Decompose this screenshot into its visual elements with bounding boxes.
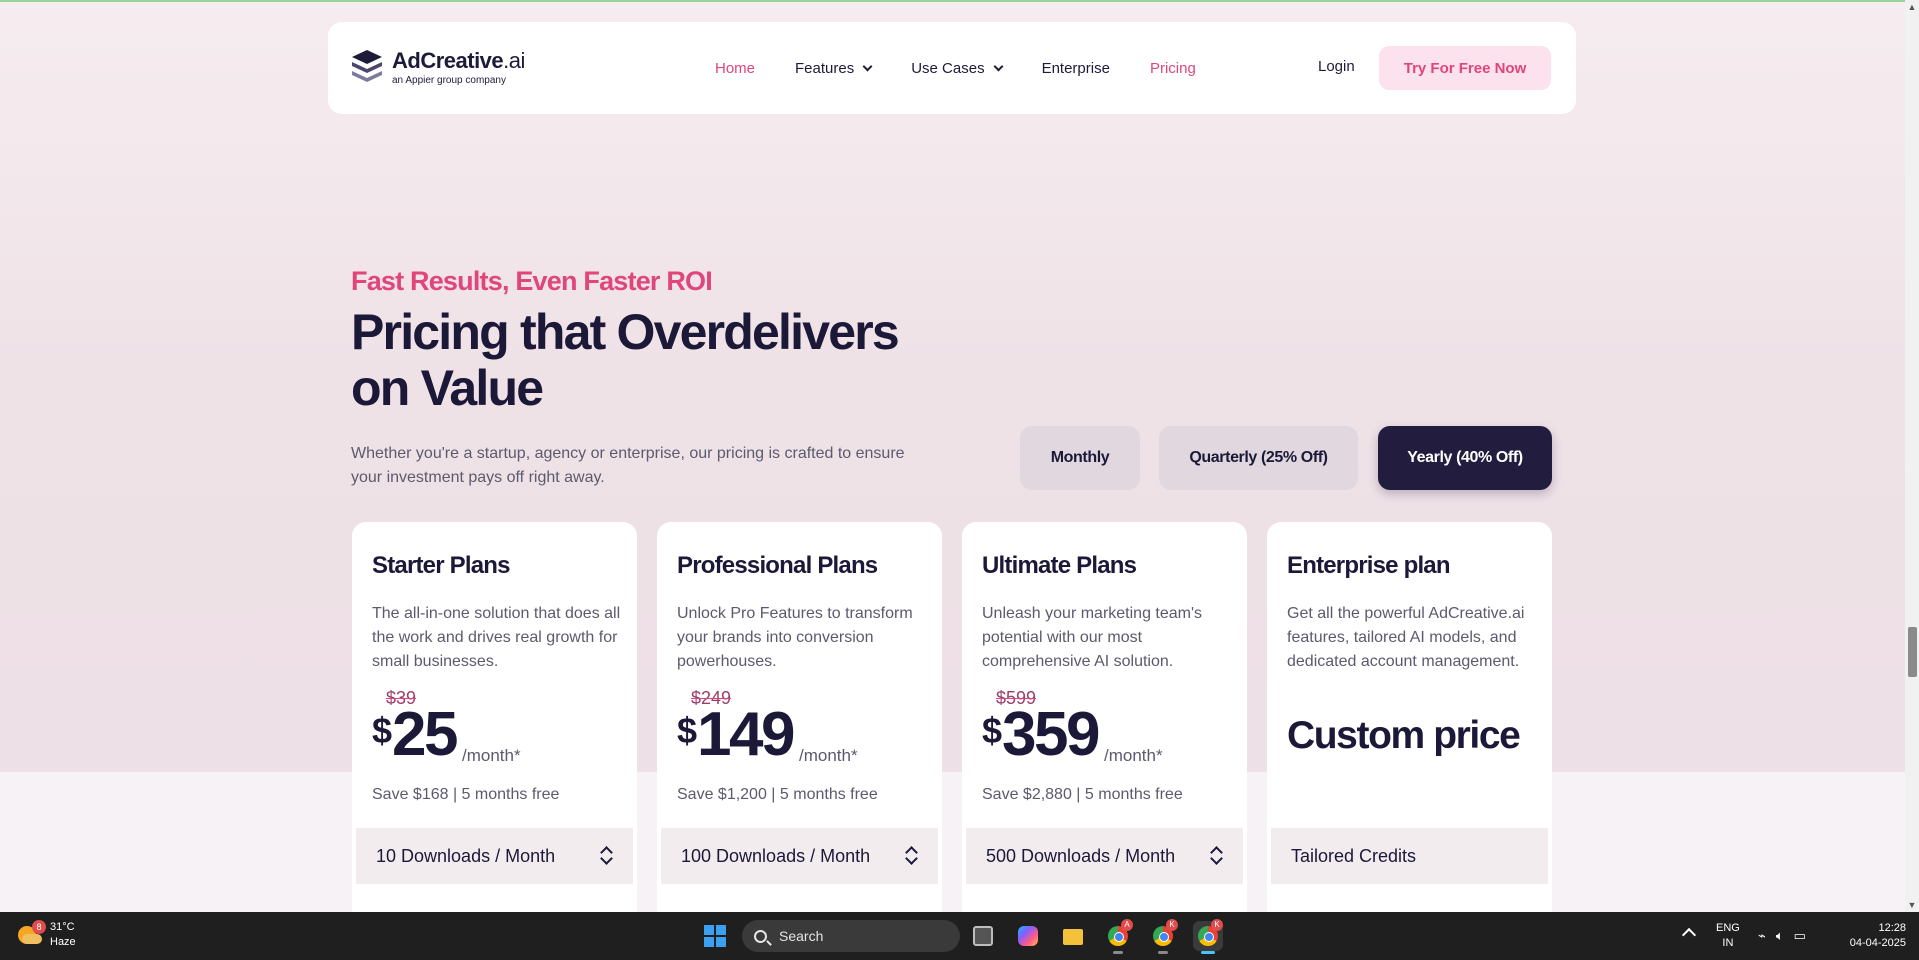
search-icon xyxy=(754,929,767,943)
weather-haze-icon: 8 xyxy=(16,920,46,948)
nav-use-cases[interactable]: Use Cases xyxy=(911,60,1004,77)
clock-date: 04-04-2025 xyxy=(1849,937,1906,949)
plan-custom-price: Custom price xyxy=(1287,714,1521,757)
plan-card-ultimate: Ultimate Plans Unleash your marketing te… xyxy=(962,522,1247,912)
downloads-select[interactable]: 10 Downloads / Month xyxy=(356,828,633,884)
brand-name: AdCreative.ai xyxy=(392,48,525,73)
billing-quarterly-button[interactable]: Quarterly (25% Off) xyxy=(1159,426,1358,490)
billing-monthly-button[interactable]: Monthly xyxy=(1020,426,1140,490)
plan-title: Ultimate Plans xyxy=(982,552,1137,579)
taskbar-search[interactable]: Search xyxy=(742,920,960,952)
credits-label: Tailored Credits xyxy=(1291,845,1417,866)
copilot-icon[interactable] xyxy=(1013,921,1043,951)
chevron-down-icon xyxy=(862,61,873,71)
lower-section-background xyxy=(0,772,1905,912)
system-tray[interactable]: ⌁ 🔈︎ ▭ xyxy=(1758,928,1806,944)
show-hidden-icons-chevron-icon[interactable] xyxy=(1681,927,1697,943)
weather-badge: 8 xyxy=(32,920,46,934)
plan-price: $ 359 /month* xyxy=(982,702,1163,768)
currency-symbol: $ xyxy=(372,710,393,751)
currency-symbol: $ xyxy=(677,710,698,751)
weather-temperature: 31°C xyxy=(50,921,75,933)
chevron-down-icon xyxy=(993,61,1004,71)
plan-title: Professional Plans xyxy=(677,552,878,579)
system-clock[interactable]: 12:28 04-04-2025 xyxy=(1836,921,1906,951)
try-for-free-button[interactable]: Try For Free Now xyxy=(1379,46,1551,90)
billing-yearly-button[interactable]: Yearly (40% Off) xyxy=(1378,426,1552,490)
scrollbar-thumb[interactable] xyxy=(1908,627,1917,677)
weather-widget[interactable]: 8 31°C Haze xyxy=(16,920,76,950)
downloads-select[interactable]: 100 Downloads / Month xyxy=(661,828,938,884)
file-explorer-icon[interactable] xyxy=(1058,921,1088,951)
plan-card-professional: Professional Plans Unlock Pro Features t… xyxy=(657,522,942,912)
profile-badge: K xyxy=(1211,919,1223,931)
nav-enterprise[interactable]: Enterprise xyxy=(1042,60,1110,77)
profile-badge: K xyxy=(1166,919,1178,931)
language-indicator[interactable]: ENG IN xyxy=(1716,921,1740,951)
chrome-profile-a-icon[interactable]: A xyxy=(1103,919,1133,954)
plan-card-enterprise: Enterprise plan Get all the powerful AdC… xyxy=(1267,522,1552,912)
nav-features[interactable]: Features xyxy=(795,60,873,77)
credits-row: Tailored Credits xyxy=(1271,828,1548,884)
task-view-icon[interactable] xyxy=(968,921,998,951)
os-taskbar: 8 31°C Haze Search A K K ENG IN ⌁ 🔈︎ ▭ 1… xyxy=(0,912,1919,960)
plan-savings: Save $168 | 5 months free xyxy=(372,786,560,803)
price-period: /month* xyxy=(1103,746,1163,765)
section-subtext: Whether you're a startup, agency or ente… xyxy=(351,445,905,486)
plan-description: The all-in-one solution that does all th… xyxy=(372,605,621,670)
section-eyebrow: Fast Results, Even Faster ROI xyxy=(351,266,713,296)
search-placeholder: Search xyxy=(779,928,824,944)
plan-price: $ 25 /month* xyxy=(372,702,521,768)
plan-price: $ 149 /month* xyxy=(677,702,858,768)
nav-pricing[interactable]: Pricing xyxy=(1150,60,1196,77)
downloads-value: 500 Downloads / Month xyxy=(986,845,1176,866)
plan-title: Starter Plans xyxy=(372,552,510,579)
volume-icon: 🔈︎ xyxy=(1775,928,1784,943)
up-down-chevron-icon xyxy=(904,842,918,870)
downloads-value: 100 Downloads / Month xyxy=(681,845,871,866)
price-amount: 359 xyxy=(1002,700,1100,769)
page-viewport: AdCreative.ai an Appier group company Ho… xyxy=(0,0,1905,912)
downloads-value: 10 Downloads / Month xyxy=(376,845,556,866)
scroll-down-arrow-icon[interactable]: ▼ xyxy=(1905,898,1919,912)
clock-time: 12:28 xyxy=(1878,922,1906,934)
currency-symbol: $ xyxy=(982,710,1003,751)
plan-description: Unlock Pro Features to transform your br… xyxy=(677,605,913,670)
plan-description: Get all the powerful AdCreative.ai featu… xyxy=(1287,605,1525,670)
plan-description: Unleash your marketing team's potential … xyxy=(982,605,1203,670)
top-navbar: AdCreative.ai an Appier group company Ho… xyxy=(328,22,1576,114)
page-scrollbar[interactable]: ▲ ▼ xyxy=(1905,0,1919,912)
window-top-border xyxy=(0,0,1919,2)
weather-description: Haze xyxy=(50,936,76,948)
price-period: /month* xyxy=(462,746,521,765)
up-down-chevron-icon xyxy=(1209,842,1223,870)
downloads-select[interactable]: 500 Downloads / Month xyxy=(966,828,1243,884)
plan-title: Enterprise plan xyxy=(1287,552,1451,579)
price-amount: 25 xyxy=(392,700,458,769)
price-amount: 149 xyxy=(697,700,795,769)
chrome-active-window-icon[interactable]: K xyxy=(1193,919,1223,954)
windows-start-icon[interactable] xyxy=(704,925,726,947)
login-link[interactable]: Login xyxy=(1318,58,1355,75)
profile-badge: A xyxy=(1121,919,1133,931)
nav-links: Home Features Use Cases Enterprise Prici… xyxy=(715,22,1236,114)
scroll-up-arrow-icon[interactable]: ▲ xyxy=(1905,0,1919,14)
page-title: Pricing that Overdelivers on Value xyxy=(351,304,900,416)
up-down-chevron-icon xyxy=(599,842,613,870)
plan-savings: Save $2,880 | 5 months free xyxy=(982,786,1183,803)
plan-savings: Save $1,200 | 5 months free xyxy=(677,786,878,803)
battery-icon: ▭ xyxy=(1793,928,1806,943)
chrome-profile-k-icon[interactable]: K xyxy=(1148,919,1178,954)
price-period: /month* xyxy=(798,746,858,765)
brand-tagline: an Appier group company xyxy=(392,75,506,86)
plan-card-starter: Starter Plans The all-in-one solution th… xyxy=(352,522,637,912)
nav-home[interactable]: Home xyxy=(715,60,755,77)
network-icon: ⌁ xyxy=(1758,928,1766,943)
layers-logo-icon xyxy=(352,50,382,82)
